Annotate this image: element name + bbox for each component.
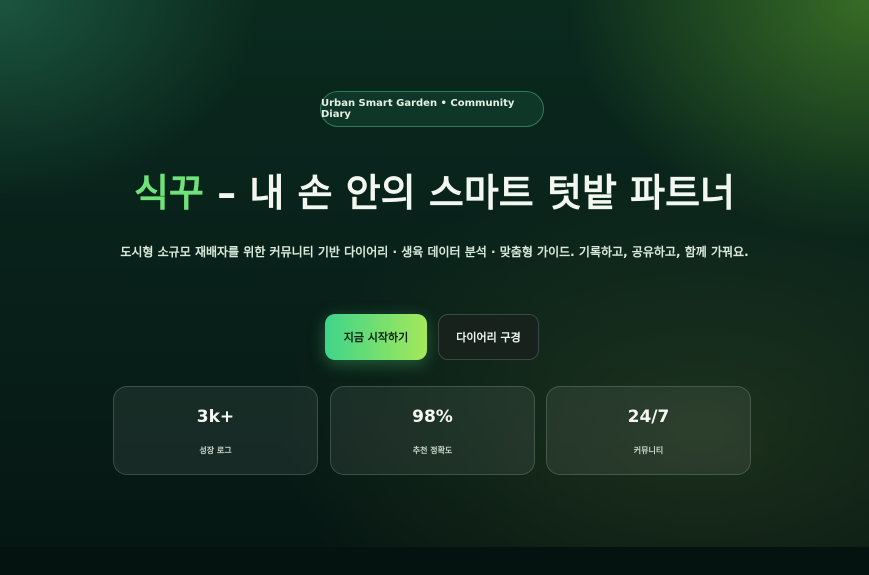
stat-value: 24/7 (627, 407, 670, 427)
stat-label: 커뮤니티 (633, 446, 664, 455)
bottom-band (0, 547, 869, 575)
stat-label: 추천 정확도 (412, 446, 453, 455)
hero-page: Urban Smart Garden • Community Diary 식꾸 … (0, 0, 869, 575)
stat-label: 성장 로그 (199, 446, 232, 455)
browse-diary-button[interactable]: 다이어리 구경 (438, 314, 539, 360)
browse-diary-button-label: 다이어리 구경 (456, 331, 521, 344)
stat-card-accuracy: 98% 추천 정확도 (330, 386, 535, 475)
stat-card-growth-logs: 3k+ 성장 로그 (113, 386, 318, 475)
start-now-button[interactable]: 지금 시작하기 (325, 314, 427, 360)
brand-name: 식꾸 (133, 171, 204, 215)
page-title-text: – 내 손 안의 스마트 텃밭 파트너 (203, 171, 736, 215)
tagline-badge-text: Urban Smart Garden • Community Diary (321, 98, 515, 120)
page-title: 식꾸 – 내 손 안의 스마트 텃밭 파트너 (0, 162, 869, 217)
stat-card-community: 24/7 커뮤니티 (546, 386, 751, 475)
hero-subtitle: 도시형 소규모 재배자를 위한 커뮤니티 기반 다이어리 · 생육 데이터 분석… (120, 245, 749, 259)
stat-value: 98% (412, 407, 453, 427)
tagline-badge: Urban Smart Garden • Community Diary (320, 91, 544, 127)
start-now-button-label: 지금 시작하기 (343, 331, 409, 344)
stat-value: 3k+ (196, 407, 235, 427)
